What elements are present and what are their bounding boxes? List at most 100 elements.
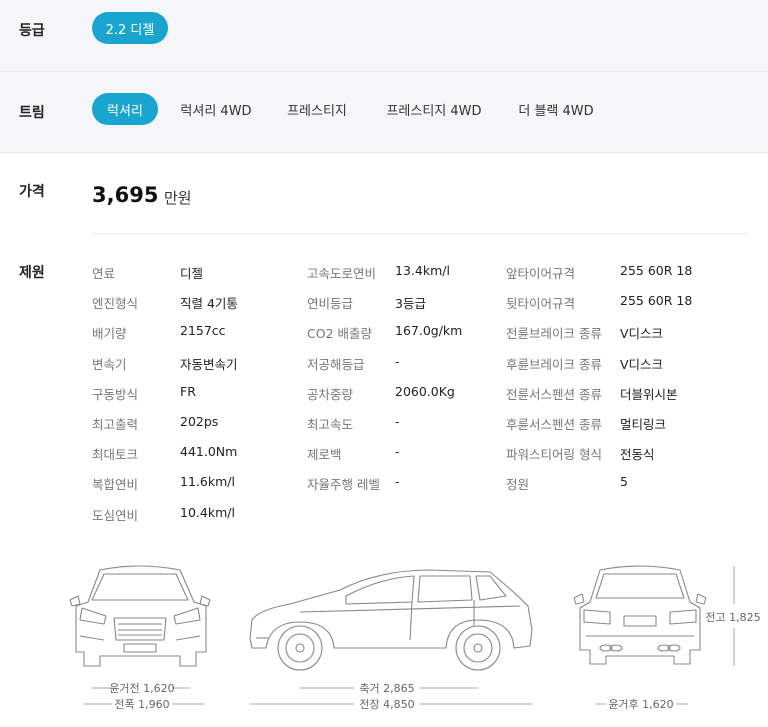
trim-chip-the-black-4wd[interactable]: 더 블랙 4WD: [508, 93, 604, 125]
price-unit: 만원: [164, 189, 192, 207]
spec-row: 복합연비 11.6km/l: [92, 474, 300, 492]
spec-key: 변속기: [92, 356, 127, 372]
spec-row: CO2 배출량 167.0g/km: [307, 323, 515, 341]
car-side-view-icon: [249, 569, 533, 671]
spec-value: 10.4km/l: [180, 504, 235, 520]
length-label: 전장 4,850: [359, 698, 414, 711]
spec-row: 고속도로연비 13.4km/l: [307, 263, 515, 281]
spec-key: CO2 배출량: [307, 326, 372, 342]
spec-key: 저공해등급: [307, 356, 365, 372]
spec-value: 2157cc: [180, 323, 226, 339]
width-label: 전폭 1,960: [114, 698, 169, 711]
car-front-view-icon: [69, 565, 211, 667]
spec-key: 전륜브레이크 종류: [506, 326, 602, 342]
spec-row: 저공해등급 -: [307, 354, 515, 372]
spec-value: 전동식: [620, 447, 655, 463]
spec-row: 후륜서스펜션 종류 멀티링크: [506, 414, 740, 432]
trim-chip-luxury-4wd[interactable]: 럭셔리 4WD: [172, 93, 260, 125]
spec-value: 5: [620, 474, 628, 490]
spec-value: FR: [180, 383, 196, 399]
spec-key: 후륜서스펜션 종류: [506, 417, 602, 432]
trim-section: 트림 럭셔리 럭셔리 4WD 프레스티지 프레스티지 4WD 더 블랙 4WD: [0, 72, 768, 153]
trim-chip-prestige[interactable]: 프레스티지: [276, 93, 358, 125]
spec-value: 255 60R 18: [620, 263, 693, 278]
specs-label: 제원: [19, 265, 45, 281]
spec-value: 2060.0Kg: [395, 383, 455, 399]
front-track-label: 윤거전 1,620: [109, 682, 174, 695]
spec-value: 더블위시본: [620, 386, 678, 402]
spec-value: -: [395, 353, 400, 369]
trim-label: 트림: [19, 105, 45, 121]
spec-key: 자율주행 레벨: [307, 477, 380, 493]
spec-value: 11.6km/l: [180, 474, 235, 490]
spec-value: 202ps: [180, 414, 219, 429]
spec-value: 441.0Nm: [180, 444, 238, 460]
spec-value: 255 60R 18: [620, 293, 693, 309]
spec-row: 후륜브레이크 종류 V디스크: [506, 354, 740, 372]
spec-row: 앞타이어규격 255 60R 18: [506, 263, 740, 281]
spec-row: 배기량 2157cc: [92, 323, 300, 341]
spec-row: 구동방식 FR: [92, 384, 300, 402]
spec-value: -: [395, 444, 400, 460]
spec-key: 연료: [92, 266, 116, 281]
spec-key: 최고속도: [307, 417, 354, 432]
spec-row: 변속기 자동변속기: [92, 354, 300, 372]
trim-chip-prestige-4wd[interactable]: 프레스티지 4WD: [375, 93, 493, 125]
spec-key: 전륜서스펜션 종류: [506, 386, 602, 402]
spec-key: 뒷타이어규격: [506, 296, 576, 312]
spec-row: 자율주행 레벨 -: [307, 474, 515, 492]
spec-row: 최고출력 202ps: [92, 414, 300, 432]
spec-key: 고속도로연비: [307, 266, 377, 281]
spec-value: 디젤: [180, 266, 204, 281]
spec-key: 정원: [506, 477, 530, 493]
spec-value: V디스크: [620, 356, 664, 372]
spec-row: 뒷타이어규격 255 60R 18: [506, 293, 740, 311]
height-label: 전고 1,825: [705, 611, 760, 624]
spec-value: -: [395, 474, 400, 490]
spec-key: 복합연비: [92, 477, 139, 493]
spec-key: 후륜브레이크 종류: [506, 356, 602, 372]
spec-row: 최고속도 -: [307, 414, 515, 432]
spec-key: 공차중량: [307, 386, 354, 402]
spec-key: 엔진형식: [92, 296, 139, 312]
spec-row: 공차중량 2060.0Kg: [307, 384, 515, 402]
vehicle-dimension-diagram: 윤거전 1,620 전폭 1,960 축거 2,865 전장 4,850 윤거후…: [69, 565, 761, 711]
spec-value: 자동변속기: [180, 356, 238, 372]
spec-value: 13.4km/l: [395, 263, 450, 278]
divider: [92, 233, 748, 234]
spec-row: 연료 디젤: [92, 263, 300, 281]
spec-key: 연비등급: [307, 296, 354, 312]
spec-value: 직렬 4기통: [180, 296, 238, 312]
spec-row: 제로백 -: [307, 444, 515, 462]
spec-value: V디스크: [620, 326, 664, 342]
spec-key: 제로백: [307, 447, 342, 463]
spec-row: 엔진형식 직렬 4기통: [92, 293, 300, 311]
spec-value: 3등급: [395, 296, 426, 312]
car-rear-view-icon: [573, 565, 707, 665]
spec-row: 전륜서스펜션 종류 더블위시본: [506, 384, 740, 402]
spec-key: 배기량: [92, 326, 127, 342]
spec-row: 연비등급 3등급: [307, 293, 515, 311]
spec-row: 파워스티어링 형식 전동식: [506, 444, 740, 462]
spec-key: 파워스티어링 형식: [506, 447, 602, 463]
spec-value: 멀티링크: [620, 417, 667, 432]
spec-key: 최고출력: [92, 417, 139, 432]
spec-value: 167.0g/km: [395, 323, 463, 339]
spec-key: 앞타이어규격: [506, 266, 576, 281]
price-label: 가격: [19, 184, 45, 200]
rear-track-label: 윤거후 1,620: [608, 698, 673, 711]
spec-value: -: [395, 414, 400, 429]
wheelbase-label: 축거 2,865: [359, 682, 414, 695]
spec-row: 최대토크 441.0Nm: [92, 444, 300, 462]
spec-row: 도심연비 10.4km/l: [92, 505, 300, 523]
spec-key: 도심연비: [92, 507, 139, 523]
trim-chip-luxury[interactable]: 럭셔리: [92, 93, 158, 125]
spec-key: 구동방식: [92, 386, 139, 402]
grade-chip-2.2-diesel[interactable]: 2.2 디젤: [92, 12, 168, 44]
grade-label: 등급: [19, 23, 45, 39]
spec-row: 전륜브레이크 종류 V디스크: [506, 323, 740, 341]
spec-row: 정원 5: [506, 474, 740, 492]
price-value: 3,695: [92, 183, 159, 207]
spec-key: 최대토크: [92, 447, 139, 463]
grade-section: 등급 2.2 디젤: [0, 0, 768, 72]
